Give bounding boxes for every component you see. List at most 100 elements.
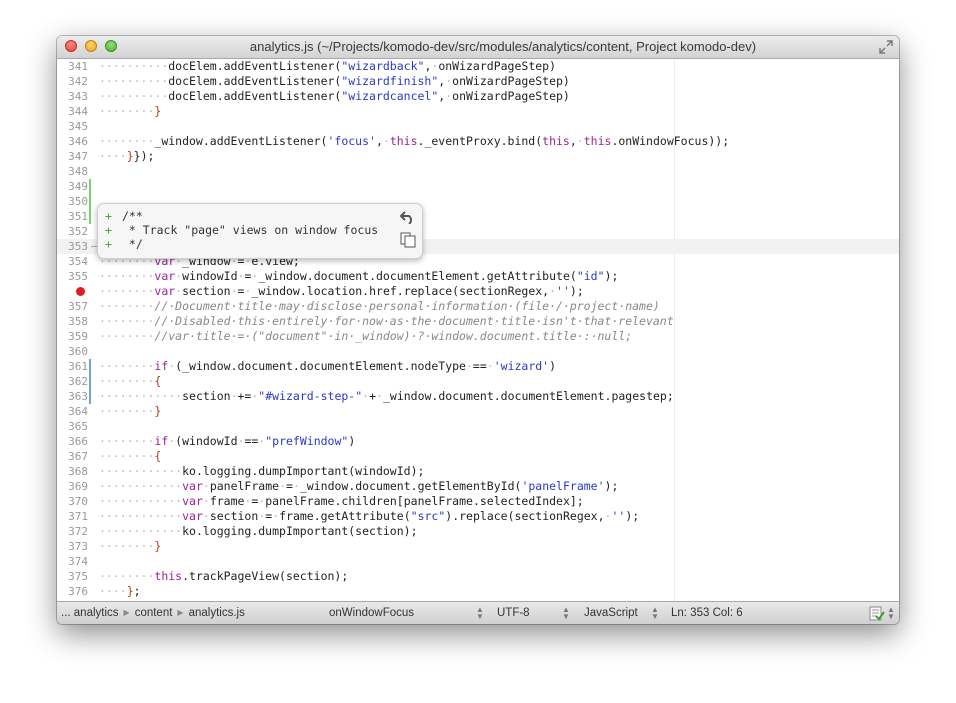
line-number[interactable]: 341 — [57, 59, 88, 74]
code-line[interactable]: ········var·section·=·_window.location.h… — [57, 284, 899, 299]
line-number[interactable]: 352 — [57, 224, 88, 239]
code-line[interactable]: 362 ········{ — [57, 374, 899, 389]
breadcrumb-item[interactable]: content — [135, 607, 173, 619]
line-number[interactable]: 372 — [57, 524, 88, 539]
code-line[interactable]: 358 ········//·Disabled·this·entirely·for… — [57, 314, 899, 329]
line-number[interactable]: 362 — [57, 374, 88, 389]
code-text: ········//var·title·=·("document"·in·_wi… — [99, 329, 633, 343]
code-line[interactable]: 368 ············ko.logging.dumpImportant(… — [57, 464, 899, 479]
code-text: ············ko.logging.dumpImportant(sec… — [99, 524, 418, 538]
breadcrumb-item[interactable]: analytics.js — [189, 607, 245, 619]
line-number[interactable]: 367 — [57, 449, 88, 464]
code-line[interactable]: 344 ········} — [57, 104, 899, 119]
code-text: ········if·(_window.document.documentEle… — [99, 359, 557, 373]
close-window-button[interactable] — [65, 40, 77, 52]
diff-added-sign: + — [105, 223, 112, 237]
minimize-window-button[interactable] — [85, 40, 97, 52]
code-line[interactable]: 367 ········{ — [57, 449, 899, 464]
code-line[interactable]: 348 — [57, 164, 899, 179]
code-text: ········{ — [99, 374, 162, 388]
line-number[interactable]: 363 — [57, 389, 88, 404]
line-number[interactable]: 346 — [57, 134, 88, 149]
code-text: ············ko.logging.dumpImportant(win… — [99, 464, 425, 478]
code-editor[interactable]: 341 ··········docElem.addEventListener("w… — [57, 59, 899, 601]
line-number[interactable]: 369 — [57, 479, 88, 494]
line-number[interactable]: 371 — [57, 509, 88, 524]
line-number[interactable]: 360 — [57, 344, 88, 359]
line-number[interactable]: 354 — [57, 254, 88, 269]
code-line[interactable]: 374 — [57, 554, 899, 569]
line-number[interactable]: 353 — [57, 239, 88, 254]
language-selector[interactable]: JavaScript — [584, 607, 638, 619]
line-number[interactable]: 359 — [57, 329, 88, 344]
code-line[interactable]: 376 ····}; — [57, 584, 899, 599]
fullscreen-icon[interactable] — [879, 40, 893, 54]
code-text: ········} — [99, 404, 162, 418]
diff-text: * Track "page" views on window focus — [122, 223, 379, 237]
line-number[interactable]: 344 — [57, 104, 88, 119]
line-number[interactable]: 376 — [57, 584, 88, 599]
code-line[interactable]: 360 — [57, 344, 899, 359]
line-number[interactable]: 365 — [57, 419, 88, 434]
code-line[interactable]: 355 ········var·windowId·=·_window.docume… — [57, 269, 899, 284]
line-number[interactable]: 342 — [57, 74, 88, 89]
line-number[interactable]: 373 — [57, 539, 88, 554]
line-number[interactable]: 366 — [57, 434, 88, 449]
code-text: ····}}); — [99, 149, 155, 163]
line-number[interactable]: 349 — [57, 179, 88, 194]
language-selector-arrows-icon[interactable]: ▲ ▼ — [651, 606, 659, 621]
line-number[interactable]: 361 — [57, 359, 88, 374]
code-line[interactable]: 345 — [57, 119, 899, 134]
line-number[interactable]: 364 — [57, 404, 88, 419]
code-line[interactable]: 366 ········if·(windowId·==·"prefWindow") — [57, 434, 899, 449]
code-line[interactable]: 343 ··········docElem.addEventListener("w… — [57, 89, 899, 104]
encoding-selector-arrows-icon[interactable]: ▲ ▼ — [562, 606, 570, 621]
title-bar[interactable]: analytics.js (~/Projects/komodo-dev/src/… — [57, 36, 899, 59]
line-number[interactable]: 358 — [57, 314, 88, 329]
line-number[interactable]: 355 — [57, 269, 88, 284]
code-line[interactable]: 361 ········if·(_window.document.document… — [57, 359, 899, 374]
line-number[interactable]: 368 — [57, 464, 88, 479]
syntax-check-arrows-icon[interactable]: ▲ ▼ — [887, 606, 895, 621]
code-line[interactable]: 363 ············section·+=·"#wizard-step-… — [57, 389, 899, 404]
line-number[interactable]: 347 — [57, 149, 88, 164]
function-selector-arrows-icon[interactable]: ▲ ▼ — [476, 606, 484, 621]
copy-change-icon[interactable] — [400, 232, 416, 248]
line-number[interactable]: 374 — [57, 554, 88, 569]
function-selector[interactable]: onWindowFocus — [329, 607, 414, 619]
line-number[interactable]: 357 — [57, 299, 88, 314]
breakpoint-icon[interactable] — [76, 287, 85, 296]
code-text: ············section·+=·"#wizard-step-"·+… — [99, 389, 674, 403]
breadcrumb-separator-icon: ▶ — [177, 608, 184, 617]
code-line[interactable]: 347 ····}}); — [57, 149, 899, 164]
code-line[interactable]: 359 ········//var·title·=·("document"·in·… — [57, 329, 899, 344]
code-line[interactable]: 342 ··········docElem.addEventListener("w… — [57, 74, 899, 89]
breadcrumb[interactable]: ... analytics ▶ content ▶ analytics.js — [61, 607, 245, 619]
code-line[interactable]: 341 ··········docElem.addEventListener("w… — [57, 59, 899, 74]
code-line[interactable]: 349 — [57, 179, 899, 194]
line-number[interactable]: 350 — [57, 194, 88, 209]
syntax-check-icon[interactable] — [869, 606, 885, 621]
code-line[interactable]: 346 ········_window.addEventListener('foc… — [57, 134, 899, 149]
line-number[interactable]: 348 — [57, 164, 88, 179]
line-number[interactable]: 370 — [57, 494, 88, 509]
revert-change-icon[interactable] — [400, 210, 416, 224]
code-line[interactable]: 364 ········} — [57, 404, 899, 419]
encoding-selector[interactable]: UTF-8 — [497, 607, 530, 619]
code-line[interactable]: 371 ············var·section·=·frame.getAt… — [57, 509, 899, 524]
code-line[interactable]: 370 ············var·frame·=·panelFrame.ch… — [57, 494, 899, 509]
breadcrumb-item[interactable]: ... analytics — [61, 607, 119, 619]
zoom-window-button[interactable] — [105, 40, 117, 52]
code-line[interactable]: 369 ············var·panelFrame·=·_window.… — [57, 479, 899, 494]
code-line[interactable]: 373 ········} — [57, 539, 899, 554]
diff-text: /** — [122, 209, 143, 223]
line-number[interactable]: 375 — [57, 569, 88, 584]
line-number[interactable]: 345 — [57, 119, 88, 134]
code-line[interactable]: 365 — [57, 419, 899, 434]
line-number[interactable]: 343 — [57, 89, 88, 104]
code-line[interactable]: 375 ········this.trackPageView(section); — [57, 569, 899, 584]
code-line[interactable]: 372 ············ko.logging.dumpImportant(… — [57, 524, 899, 539]
line-number[interactable]: 351 — [57, 209, 88, 224]
code-line[interactable]: 357 ········//·Document·title·may·disclos… — [57, 299, 899, 314]
breadcrumb-separator-icon: ▶ — [123, 608, 130, 617]
